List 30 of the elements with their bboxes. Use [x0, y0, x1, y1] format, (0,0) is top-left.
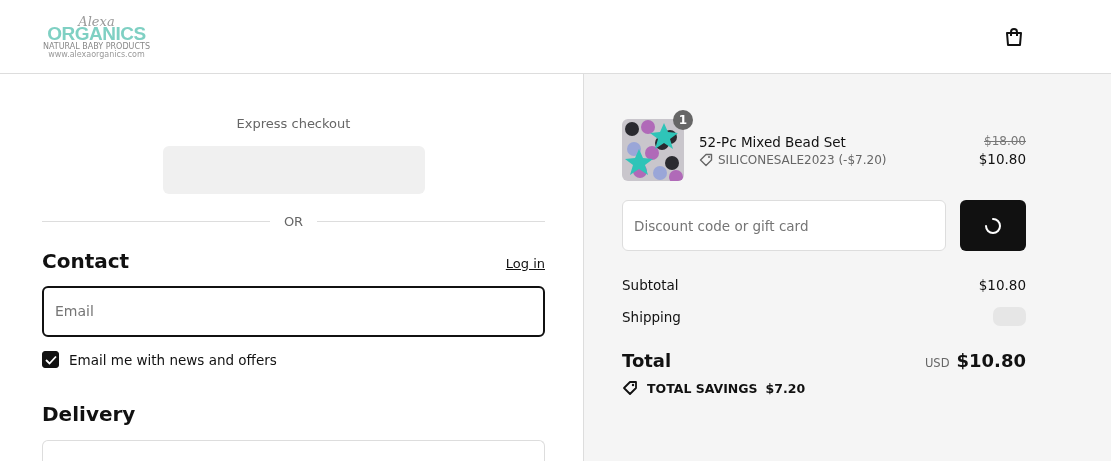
input-field[interactable] [42, 440, 545, 461]
section-heading: Contact [42, 248, 130, 273]
subtotal-label: Subtotal [622, 276, 679, 293]
total-label: Total [622, 350, 672, 371]
logo-tagline: NATURAL BABY PRODUCTS [43, 42, 150, 51]
discount-code: SILICONESALE2023 (-$7.20) [718, 152, 887, 167]
loading-spinner-icon [984, 216, 1002, 235]
tag-icon [622, 381, 639, 396]
email-field[interactable]: Email [42, 285, 545, 338]
shopping-bag-icon[interactable] [1003, 25, 1025, 48]
currency-label: USD [924, 356, 950, 370]
section-heading: Delivery [42, 402, 137, 427]
apply-button[interactable] [960, 200, 1026, 251]
original-price: $18.00 [983, 133, 1026, 148]
login-link[interactable]: Log in [505, 255, 545, 271]
checkbox-label: Email me with news and offers [69, 351, 277, 368]
savings-label: TOTAL SAVINGS [647, 381, 758, 396]
quantity-badge: 1 [673, 110, 693, 130]
express-checkout-label: Express checkout [235, 116, 352, 131]
checkbox[interactable] [42, 351, 59, 369]
discount-code-field[interactable]: Discount code or gift card [622, 200, 946, 251]
subtotal-value: $10.80 [978, 276, 1026, 293]
price: $10.80 [978, 150, 1026, 167]
tag-icon [699, 152, 713, 167]
total-value: $10.80 [956, 350, 1026, 371]
divider-label: OR [283, 213, 304, 229]
product-name: 52-Pc Mixed Bead Set [699, 133, 847, 150]
shipping-label: Shipping [622, 308, 681, 325]
logo-url: www.alexaorganics.com [48, 50, 145, 59]
savings-value: $7.20 [765, 381, 806, 396]
